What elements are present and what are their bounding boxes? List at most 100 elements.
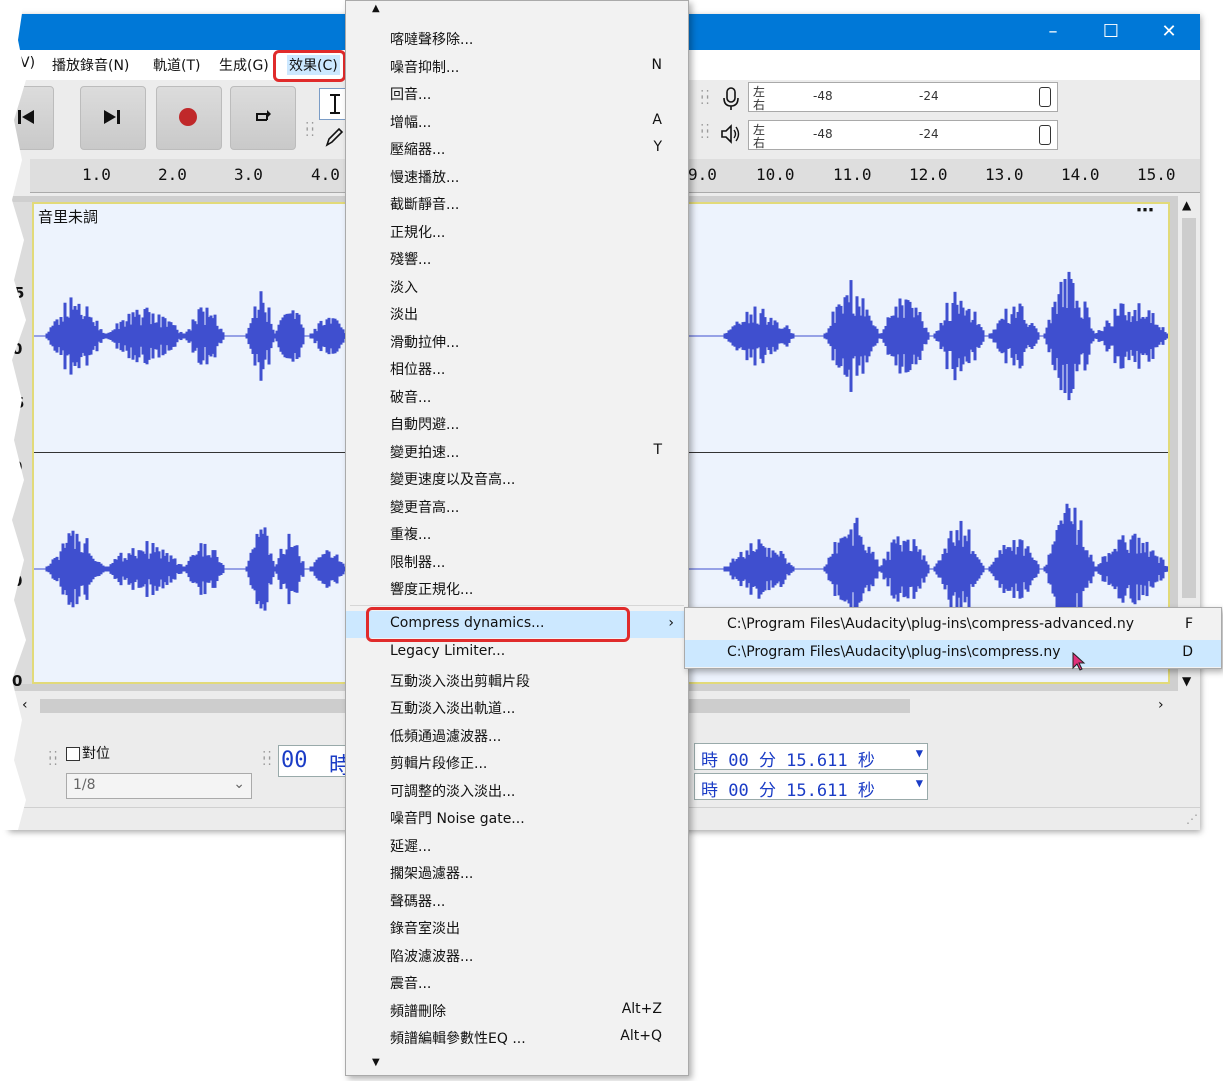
skip-end-icon (104, 110, 120, 124)
grip[interactable]: :::: (262, 748, 273, 768)
menu-item[interactable]: 頻譜刪除 Alt+Z (346, 997, 688, 1024)
menu-item[interactable]: 可調整的淡入淡出... (346, 777, 688, 804)
menu-item[interactable]: 變更音高... (346, 493, 688, 520)
menu-separator (350, 605, 684, 606)
menu-scroll-down-icon[interactable]: ▼ (372, 1057, 380, 1068)
menu-item[interactable]: 噪音抑制... N (346, 53, 688, 80)
menu-item-label: 相位器... (390, 362, 446, 378)
menu-item-label: 變更拍速... (390, 444, 460, 461)
menu-item[interactable]: 截斷靜音... (346, 190, 688, 217)
menu-item[interactable]: 重複... (346, 520, 688, 547)
menu-item[interactable]: 變更速度以及音高... (346, 465, 688, 492)
snap-select[interactable]: 1/8 ⌄ (66, 773, 252, 799)
menu-item[interactable]: 淡入 (346, 273, 688, 300)
meter-channel-right: 右 (753, 98, 766, 112)
ruler-label: 11.0 (833, 165, 872, 184)
menu-item[interactable]: 淡出 (346, 300, 688, 327)
menu-item[interactable]: 錄音室淡出 (346, 914, 688, 941)
menu-item[interactable]: 殘響... (346, 245, 688, 272)
menu-item[interactable]: 正規化... (346, 218, 688, 245)
speaker-icon[interactable] (719, 122, 743, 150)
scroll-right-icon[interactable]: › (1158, 697, 1164, 713)
menu-item[interactable]: 回音... (346, 80, 688, 107)
toolbar-grip[interactable]: :::: (305, 119, 316, 139)
submenu-item-compress[interactable]: C:\Program Files\Audacity\plug-ins\compr… (685, 640, 1221, 667)
menu-tracks[interactable]: 軌道(T) (153, 55, 200, 75)
close-button[interactable]: ✕ (1140, 14, 1198, 50)
dropdown-arrow-icon[interactable]: ▼ (916, 776, 923, 790)
snap-checkbox[interactable] (66, 747, 80, 761)
menu-item[interactable]: 擱架過濾器... (346, 859, 688, 886)
menu-item[interactable]: 限制器... (346, 548, 688, 575)
dropdown-arrow-icon[interactable]: ▼ (916, 746, 923, 760)
maximize-icon: ☐ (1102, 21, 1120, 42)
record-icon (179, 108, 197, 126)
menu-item[interactable]: 響度正規化... (346, 575, 688, 602)
menu-generate[interactable]: 生成(G) (219, 55, 269, 75)
menu-item[interactable]: 相位器... (346, 355, 688, 382)
menu-transport[interactable]: 播放錄音(N) (52, 55, 129, 75)
menu-item[interactable]: 慢速播放... (346, 163, 688, 190)
menu-scroll-up-icon[interactable]: ▲ (372, 3, 380, 14)
menu-item[interactable]: 滑動拉伸... (346, 328, 688, 355)
record-button[interactable] (156, 86, 222, 150)
loop-button[interactable] (230, 86, 296, 150)
scroll-down-icon[interactable]: ▼ (1182, 674, 1191, 688)
menu-item[interactable]: 增幅... A (346, 108, 688, 135)
torn-edge (0, 0, 26, 830)
meter-slider[interactable] (1039, 87, 1051, 107)
menu-item[interactable]: 變更拍速... T (346, 438, 688, 465)
menu-item[interactable]: 延遲... (346, 832, 688, 859)
submenu-item-label: C:\Program Files\Audacity\plug-ins\compr… (727, 616, 1135, 632)
maximize-button[interactable]: ☐ (1082, 14, 1140, 50)
ruler-label: 15.0 (1137, 165, 1176, 184)
menu-item[interactable]: 頻譜編輯參數性EQ ... Alt+Q (346, 1024, 688, 1051)
meter-grip-play[interactable]: :::: (700, 121, 711, 141)
selection-end-time[interactable]: 時 00 分 15.611 秒 ▼ (694, 743, 928, 771)
menu-item[interactable]: 互動淡入淡出軌道... (346, 694, 688, 721)
meter-slider[interactable] (1039, 125, 1051, 145)
menu-item[interactable]: 震音... (346, 969, 688, 996)
audio-position-time[interactable]: 時 00 分 15.611 秒 ▼ (694, 773, 928, 801)
menu-item[interactable]: 聲碼器... (346, 887, 688, 914)
playback-meter[interactable]: 左 右 -48 -24 (748, 120, 1058, 150)
record-meter[interactable]: 左 右 -48 -24 (748, 82, 1058, 112)
menu-item-label: 互動淡入淡出軌道... (390, 701, 516, 717)
meter-tick: -48 (813, 89, 833, 103)
scroll-thumb[interactable] (1182, 218, 1196, 598)
resize-grip-icon[interactable]: ⋰ (1186, 812, 1198, 826)
menu-item[interactable]: Legacy Limiter... (346, 639, 688, 666)
menu-item-label: 剪輯片段修正... (390, 756, 488, 772)
submenu-item-compress-advanced[interactable]: C:\Program Files\Audacity\plug-ins\compr… (685, 612, 1221, 639)
menu-item[interactable]: 噪音門 Noise gate... (346, 804, 688, 831)
menu-item[interactable]: 互動淡入淡出剪輯片段 (346, 667, 688, 694)
menu-item[interactable]: 喀噠聲移除... (346, 25, 688, 52)
callout-compress-dynamics (366, 607, 630, 642)
menu-item[interactable]: 低頻通過濾波器... (346, 722, 688, 749)
menu-item[interactable]: 破音... (346, 383, 688, 410)
minimize-button[interactable]: – (1024, 14, 1082, 50)
selection-start-time[interactable]: 00 時 (278, 745, 351, 779)
scroll-up-icon[interactable]: ▲ (1182, 198, 1191, 212)
menu-item-label: 慢速播放... (390, 169, 460, 186)
ruler-label: 13.0 (985, 165, 1024, 184)
menu-item[interactable]: 剪輯片段修正... (346, 749, 688, 776)
ruler-label: 3.0 (234, 165, 263, 184)
menu-item-label: 淡入 (390, 279, 418, 296)
menu-item[interactable]: 陷波濾波器... (346, 942, 688, 969)
microphone-icon[interactable] (720, 86, 742, 116)
menu-item[interactable]: 自動閃避... (346, 410, 688, 437)
skip-end-button[interactable] (80, 86, 146, 150)
chevron-down-icon: ⌄ (233, 776, 245, 792)
meter-tick: -48 (813, 127, 833, 141)
grip[interactable]: :::: (48, 748, 59, 768)
menu-item-label: 延遲... (390, 838, 432, 855)
menu-item[interactable]: 壓縮器... Y (346, 135, 688, 162)
meter-grip-record[interactable]: :::: (700, 87, 711, 107)
ruler-label: 2.0 (158, 165, 187, 184)
submenu-item-accelerator: F (1184, 616, 1193, 632)
menu-item-label: Legacy Limiter... (390, 643, 506, 659)
ruler-label: 4.0 (311, 165, 340, 184)
meter-channel-right: 右 (753, 136, 766, 150)
menu-item-label: 破音... (390, 389, 432, 406)
